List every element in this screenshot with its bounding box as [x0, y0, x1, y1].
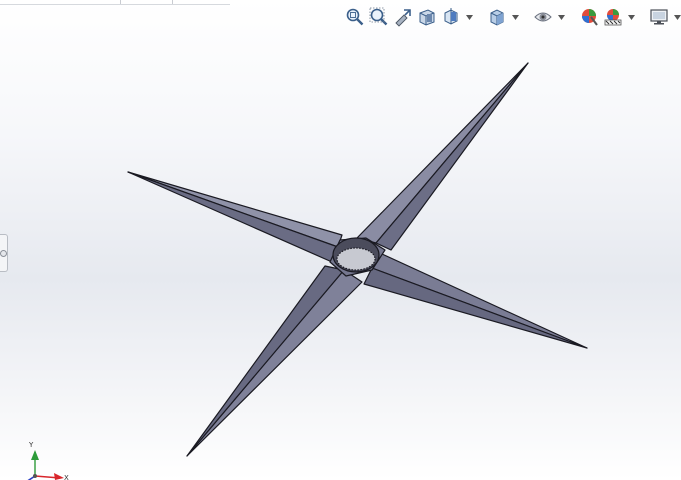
display-style-icon[interactable]: [486, 6, 508, 28]
apply-scene-dropdown[interactable]: [626, 6, 636, 28]
triad-origin: [33, 474, 37, 478]
hide-show-items-icon[interactable]: [532, 6, 554, 28]
apply-scene-icon[interactable]: [602, 6, 624, 28]
center-hole-inner: [336, 247, 376, 271]
chevron-down-icon: [511, 14, 519, 20]
chevron-down-icon: [627, 14, 635, 20]
zoom-to-area-icon[interactable]: [368, 6, 390, 28]
triad-x-arrow: [54, 473, 64, 480]
previous-view-icon[interactable]: [392, 6, 414, 28]
arm-lower-left-side: [186, 265, 345, 457]
chevron-down-icon: [465, 14, 473, 20]
view-orientation-dropdown[interactable]: [464, 6, 474, 28]
edit-appearance-icon[interactable]: [578, 6, 600, 28]
shuriken-model[interactable]: [127, 62, 588, 457]
graphics-area[interactable]: [0, 0, 681, 480]
triad-y-label: Y: [28, 441, 34, 449]
arm-right-side: [363, 267, 588, 349]
view-orientation-icon[interactable]: [440, 6, 462, 28]
triad-y-arrow: [31, 450, 39, 460]
display-style-dropdown[interactable]: [510, 6, 520, 28]
heads-up-view-toolbar: [344, 4, 681, 30]
pin-icon: [0, 250, 7, 257]
chevron-down-icon: [557, 14, 565, 20]
arm-lower-left: [186, 269, 363, 457]
arm-upper-right: [356, 62, 529, 244]
feature-manager-collapse-tab[interactable]: [0, 234, 8, 272]
view-settings-icon[interactable]: [648, 6, 670, 28]
section-view-icon[interactable]: [416, 6, 438, 28]
hide-show-items-dropdown[interactable]: [556, 6, 566, 28]
arm-upper-right-side: [375, 62, 529, 251]
triad-x-label: X: [64, 474, 69, 480]
zoom-to-fit-icon[interactable]: [344, 6, 366, 28]
arm-left-side: [127, 171, 339, 263]
chevron-down-icon: [673, 14, 681, 20]
arm-right: [371, 253, 588, 349]
reference-triad: Y X: [27, 441, 69, 480]
view-settings-dropdown[interactable]: [672, 6, 681, 28]
